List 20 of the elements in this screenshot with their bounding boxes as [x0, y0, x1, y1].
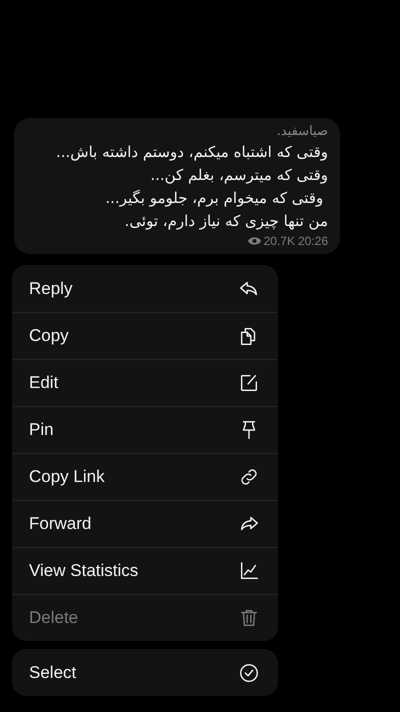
- menu-item[interactable]: Pin: [12, 406, 278, 453]
- author-name: صیاسفید.: [276, 123, 328, 141]
- message-line: وقتی که میخوام برم، جلومو بگیر...: [104, 188, 324, 209]
- menu-item[interactable]: Edit: [12, 359, 278, 406]
- menu-item[interactable]: Reply: [12, 265, 278, 312]
- menu-item[interactable]: View Statistics: [12, 547, 278, 594]
- menu-item[interactable]: Select: [12, 649, 278, 696]
- message-line: وقتی که میترسم، بغلم کن...: [149, 165, 328, 186]
- menu-item[interactable]: Copy: [12, 312, 278, 359]
- check-circle-icon: [238, 662, 260, 684]
- message-line: وقتی که اشتباه میکنم، دوستم داشته باش...: [55, 142, 328, 163]
- trash-icon: [238, 607, 260, 629]
- edit-icon: [238, 372, 260, 394]
- view-count: 20.7K: [264, 233, 295, 249]
- message-line: من تنها چیزی که نیاز دارم، توئی.: [124, 211, 328, 232]
- menu-item[interactable]: Forward: [12, 500, 278, 547]
- message-time: 20:26: [298, 233, 328, 249]
- eye-icon: [248, 236, 261, 246]
- menu-item[interactable]: Copy Link: [12, 453, 278, 500]
- chart-icon: [238, 560, 260, 582]
